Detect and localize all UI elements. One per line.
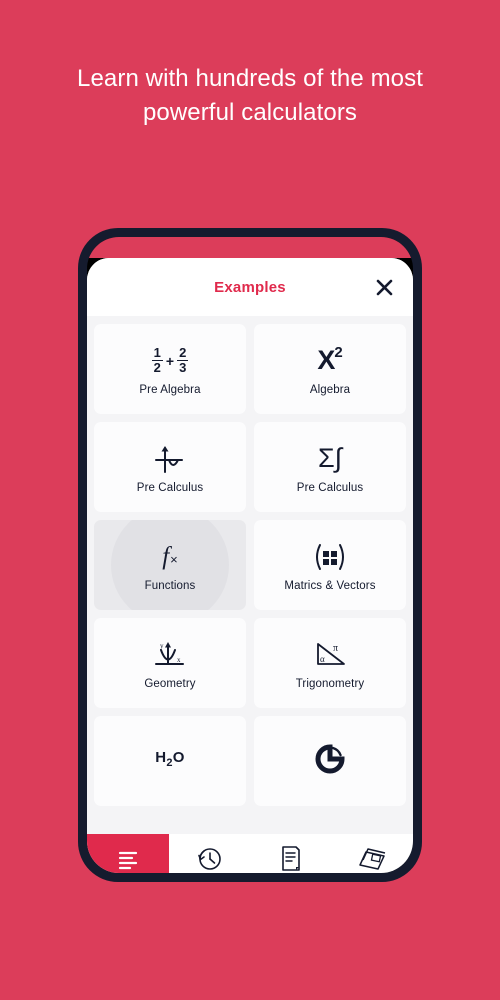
- nav-tab-notes[interactable]: [250, 834, 332, 873]
- card-label: Geometry: [144, 677, 196, 690]
- svg-text:x: x: [177, 656, 181, 664]
- example-card-statistics[interactable]: [254, 716, 406, 806]
- fraction-sum-icon: 1 2 + 2 3: [151, 343, 189, 379]
- nav-tab-history[interactable]: [169, 834, 251, 873]
- example-card-geometry[interactable]: y x Geometry: [94, 618, 246, 708]
- svg-text:π: π: [333, 643, 338, 654]
- h2o-h: H: [155, 748, 167, 766]
- example-card-chemistry[interactable]: H2O: [94, 716, 246, 806]
- list-lines-icon: [116, 848, 140, 874]
- example-card-trigonometry[interactable]: π α Trigonometry: [254, 618, 406, 708]
- bottom-navigation-bar: [87, 834, 413, 873]
- sigma-integral-icon: Σ∫: [318, 441, 342, 477]
- examples-modal-header: Examples: [87, 258, 413, 316]
- x-squared-icon: X 2: [317, 343, 342, 379]
- function-f-glyph: f: [162, 542, 170, 570]
- card-label: Pre Algebra: [139, 383, 201, 396]
- document-notes-icon: [279, 845, 303, 873]
- card-label: Matrics & Vectors: [284, 579, 376, 592]
- app-screen: Examples 1 2 + 2 3 Pre Algebra X 2 Algeb…: [87, 258, 413, 834]
- example-card-algebra[interactable]: X 2 Algebra: [254, 324, 406, 414]
- water-molecule-icon: H2O: [155, 741, 185, 777]
- phone-screen-area: Examples 1 2 + 2 3 Pre Algebra X 2 Algeb…: [87, 237, 413, 873]
- page-title: Examples: [214, 278, 286, 296]
- fraction-denominator-1: 2: [153, 360, 161, 375]
- right-triangle-icon: π α: [310, 637, 350, 673]
- fraction-numerator-2: 2: [177, 345, 189, 361]
- function-x-glyph: ×: [170, 552, 178, 567]
- x-base: X: [317, 345, 335, 375]
- pie-chart-icon: [314, 741, 346, 777]
- limit-curve-icon: [152, 441, 188, 477]
- sigma-integral-glyph: Σ∫: [317, 443, 343, 473]
- card-label: Pre Calculus: [296, 481, 364, 494]
- card-label: Algebra: [309, 383, 351, 396]
- headline-line-2: powerful calculators: [142, 99, 358, 126]
- promo-headline: Learn with hundreds of the most powerful…: [0, 62, 500, 130]
- plus-sign: +: [165, 352, 175, 369]
- h2o-o: O: [172, 748, 185, 766]
- headline-line-1: Learn with hundreds of the most: [77, 65, 423, 92]
- example-card-functions[interactable]: f × Functions: [94, 520, 246, 610]
- history-clock-icon: [196, 845, 223, 873]
- fraction-numerator-1: 1: [151, 345, 163, 361]
- example-card-pre-algebra[interactable]: 1 2 + 2 3 Pre Algebra: [94, 324, 246, 414]
- fraction-denominator-2: 3: [179, 360, 187, 375]
- example-card-matrics-vectors[interactable]: Matrics & Vectors: [254, 520, 406, 610]
- parabola-axes-icon: y x: [151, 637, 189, 673]
- examples-grid: 1 2 + 2 3 Pre Algebra X 2 Algebra Pre Ca…: [94, 324, 406, 806]
- x-exponent: 2: [334, 344, 343, 361]
- card-label: Trigonometry: [295, 677, 365, 690]
- card-label: Functions: [144, 579, 196, 592]
- phone-mockup-frame: Examples 1 2 + 2 3 Pre Algebra X 2 Algeb…: [78, 228, 422, 882]
- examples-grid-container: 1 2 + 2 3 Pre Algebra X 2 Algebra Pre Ca…: [87, 316, 413, 834]
- nav-tab-examples[interactable]: [87, 834, 169, 873]
- card-label: Pre Calculus: [136, 481, 204, 494]
- function-fx-icon: f ×: [162, 539, 178, 575]
- card-stack-icon: [357, 846, 387, 874]
- close-icon[interactable]: [369, 272, 399, 302]
- example-card-pre-calculus-sigma[interactable]: Σ∫ Pre Calculus: [254, 422, 406, 512]
- status-bar-strip: [87, 237, 413, 258]
- svg-text:y: y: [160, 642, 164, 650]
- matrix-brackets-icon: [309, 539, 351, 575]
- example-card-pre-calculus-limit[interactable]: Pre Calculus: [94, 422, 246, 512]
- svg-text:α: α: [320, 654, 325, 664]
- nav-tab-cards[interactable]: [332, 834, 414, 873]
